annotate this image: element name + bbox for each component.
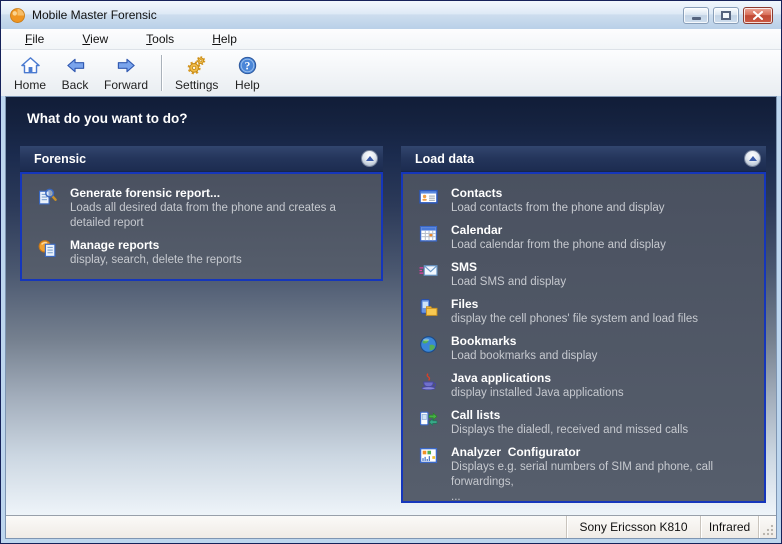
- chevron-up-icon: [749, 156, 757, 161]
- forensic-report-icon: [38, 186, 58, 231]
- item-desc: Load bookmarks and display: [451, 349, 754, 364]
- files-item[interactable]: Files display the cell phones' file syst…: [419, 297, 754, 327]
- calendar-item[interactable]: Calendar Load calendar from the phone an…: [419, 223, 754, 253]
- home-icon: [20, 55, 41, 76]
- load-data-panel: Load data: [401, 146, 766, 503]
- page-title: What do you want to do?: [6, 97, 776, 126]
- menubar: File View Tools Help: [1, 29, 781, 50]
- main-content: What do you want to do? Forensic: [6, 97, 776, 515]
- forensic-panel-body: Generate forensic report... Loads all de…: [20, 172, 383, 281]
- forward-label: Forward: [104, 78, 148, 92]
- settings-button[interactable]: Settings: [168, 52, 225, 94]
- item-desc: Load contacts from the phone and display: [451, 201, 754, 216]
- sms-icon: [419, 260, 439, 290]
- item-desc: display the cell phones' file system and…: [451, 312, 754, 327]
- item-desc: Loads all desired data from the phone an…: [70, 201, 371, 231]
- call-lists-item[interactable]: Call lists Displays the dialedl, receive…: [419, 408, 754, 438]
- forensic-panel-header: Forensic: [20, 146, 383, 172]
- files-icon: [419, 297, 439, 327]
- help-button[interactable]: ? Help: [225, 52, 269, 94]
- analyzer-icon: [419, 445, 439, 505]
- forensic-collapse-button[interactable]: [361, 150, 378, 167]
- statusbar: Sony Ericsson K810 Infrared: [6, 515, 776, 538]
- settings-label: Settings: [175, 78, 218, 92]
- forward-button[interactable]: Forward: [97, 52, 155, 94]
- status-device: Sony Ericsson K810: [566, 516, 700, 538]
- close-icon: [753, 11, 763, 20]
- back-button[interactable]: Back: [53, 52, 97, 94]
- status-connection: Infrared: [700, 516, 758, 538]
- java-icon: [419, 371, 439, 401]
- menu-view[interactable]: View: [72, 30, 118, 48]
- item-desc: Displays the dialedl, received and misse…: [451, 423, 754, 438]
- analyzer-configurator-item[interactable]: Analyzer Configurator Displays e.g. seri…: [419, 445, 754, 505]
- menu-help[interactable]: Help: [202, 30, 247, 48]
- back-label: Back: [62, 78, 89, 92]
- close-button[interactable]: [743, 7, 773, 24]
- load-data-collapse-button[interactable]: [744, 150, 761, 167]
- item-desc: display installed Java applications: [451, 386, 754, 401]
- window-title: Mobile Master Forensic: [32, 8, 683, 22]
- item-desc: Displays e.g. serial numbers of SIM and …: [451, 460, 754, 490]
- load-data-panel-title: Load data: [415, 152, 474, 166]
- svg-text:?: ?: [245, 61, 251, 73]
- call-lists-icon: [419, 408, 439, 438]
- bookmarks-item[interactable]: Bookmarks Load bookmarks and display: [419, 334, 754, 364]
- forward-arrow-icon: [116, 55, 137, 76]
- item-title: Contacts: [451, 186, 754, 201]
- app-window: Mobile Master Forensic File View Tools H…: [0, 0, 782, 544]
- help-label: Help: [235, 78, 260, 92]
- menu-file[interactable]: File: [15, 30, 54, 48]
- help-icon: ?: [237, 55, 258, 76]
- home-label: Home: [14, 78, 46, 92]
- item-title: Call lists: [451, 408, 754, 423]
- calendar-icon: [419, 223, 439, 253]
- item-desc: display, search, delete the reports: [70, 253, 371, 268]
- forensic-panel-title: Forensic: [34, 152, 86, 166]
- gears-icon: [186, 55, 207, 76]
- titlebar: Mobile Master Forensic: [1, 1, 781, 29]
- window-frame: What do you want to do? Forensic: [5, 96, 777, 539]
- item-desc-ellipsis: ...: [451, 490, 754, 505]
- item-title: SMS: [451, 260, 754, 275]
- item-title: Bookmarks: [451, 334, 754, 349]
- home-button[interactable]: Home: [7, 52, 53, 94]
- statusbar-spacer: [6, 516, 566, 538]
- forensic-panel: Forensic: [20, 146, 383, 281]
- toolbar-separator: [161, 55, 162, 91]
- item-title: Generate forensic report...: [70, 186, 371, 201]
- resize-grip-icon: [762, 524, 774, 536]
- item-desc: Load calendar from the phone and display: [451, 238, 754, 253]
- item-title: Files: [451, 297, 754, 312]
- back-arrow-icon: [65, 55, 86, 76]
- item-desc: Load SMS and display: [451, 275, 754, 290]
- menu-tools[interactable]: Tools: [136, 30, 184, 48]
- app-logo-icon: [9, 7, 26, 24]
- maximize-button[interactable]: [713, 7, 739, 24]
- minimize-icon: [692, 17, 701, 20]
- java-applications-item[interactable]: Java applications display installed Java…: [419, 371, 754, 401]
- contacts-item[interactable]: Contacts Load contacts from the phone an…: [419, 186, 754, 216]
- maximize-icon: [721, 11, 731, 20]
- minimize-button[interactable]: [683, 7, 709, 24]
- contacts-icon: [419, 186, 439, 216]
- load-data-panel-header: Load data: [401, 146, 766, 172]
- item-title: Java applications: [451, 371, 754, 386]
- load-data-panel-body: Contacts Load contacts from the phone an…: [401, 172, 766, 503]
- generate-forensic-report-item[interactable]: Generate forensic report... Loads all de…: [38, 186, 371, 231]
- bookmarks-icon: [419, 334, 439, 364]
- manage-reports-icon: [38, 238, 58, 268]
- sms-item[interactable]: SMS Load SMS and display: [419, 260, 754, 290]
- item-title: Manage reports: [70, 238, 371, 253]
- manage-reports-item[interactable]: Manage reports display, search, delete t…: [38, 238, 371, 268]
- item-title: Calendar: [451, 223, 754, 238]
- chevron-up-icon: [366, 156, 374, 161]
- toolbar: Home Back Forward Settings: [1, 50, 781, 96]
- resize-grip[interactable]: [758, 516, 776, 538]
- item-title: Analyzer Configurator: [451, 445, 754, 460]
